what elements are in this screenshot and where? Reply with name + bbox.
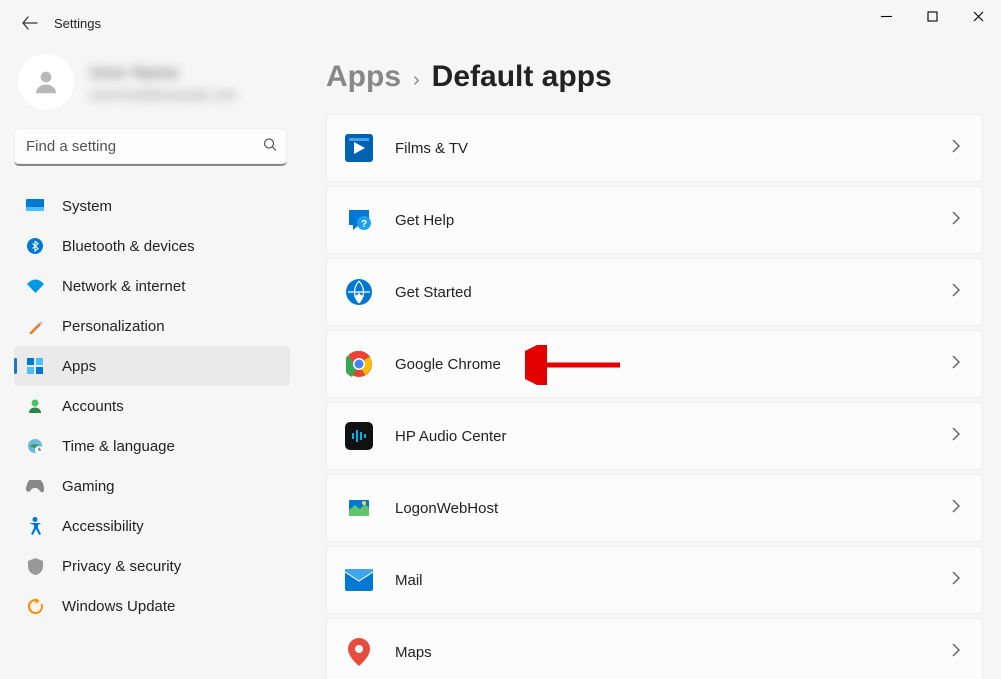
chevron-right-icon xyxy=(952,643,960,662)
sidebar-item-network[interactable]: Network & internet xyxy=(14,266,290,306)
svg-text:?: ? xyxy=(361,219,367,230)
app-row-films-tv[interactable]: Films & TV xyxy=(326,114,983,182)
chevron-right-icon xyxy=(952,427,960,446)
avatar xyxy=(18,54,74,110)
search-box xyxy=(14,128,287,166)
app-row-get-help[interactable]: ? Get Help xyxy=(326,186,983,254)
chrome-icon xyxy=(345,350,373,378)
breadcrumb-current: Default apps xyxy=(432,60,612,94)
sidebar-item-label: Gaming xyxy=(62,478,115,495)
films-tv-icon xyxy=(345,134,373,162)
sidebar-item-label: Accessibility xyxy=(62,518,144,535)
sidebar-item-accounts[interactable]: Accounts xyxy=(14,386,290,426)
sidebar-item-label: Network & internet xyxy=(62,278,185,295)
system-icon xyxy=(26,197,44,215)
sidebar-item-update[interactable]: Windows Update xyxy=(14,586,290,626)
default-apps-list: Films & TV ? Get Help Get Started Google… xyxy=(326,114,983,679)
close-button[interactable] xyxy=(955,0,1001,32)
sidebar-item-time-language[interactable]: Time & language xyxy=(14,426,290,466)
chevron-right-icon xyxy=(952,355,960,374)
chevron-right-icon xyxy=(952,283,960,302)
sidebar-item-label: Privacy & security xyxy=(62,558,181,575)
app-name: HP Audio Center xyxy=(395,428,952,445)
sidebar: User Name useremail@example.com System B… xyxy=(0,46,302,679)
sidebar-item-label: Windows Update xyxy=(62,598,175,615)
titlebar: Settings xyxy=(0,0,1001,46)
app-row-google-chrome[interactable]: Google Chrome xyxy=(326,330,983,398)
sidebar-item-bluetooth[interactable]: Bluetooth & devices xyxy=(14,226,290,266)
maps-icon xyxy=(345,638,373,666)
privacy-icon xyxy=(26,557,44,575)
app-name: Get Started xyxy=(395,284,952,301)
app-row-hp-audio[interactable]: HP Audio Center xyxy=(326,402,983,470)
bluetooth-icon xyxy=(26,237,44,255)
sidebar-item-label: Accounts xyxy=(62,398,124,415)
logonwebhost-icon xyxy=(345,494,373,522)
sidebar-item-label: Bluetooth & devices xyxy=(62,238,195,255)
gaming-icon xyxy=(26,477,44,495)
profile-email: useremail@example.com xyxy=(90,87,237,102)
sidebar-item-personalization[interactable]: Personalization xyxy=(14,306,290,346)
app-name: Maps xyxy=(395,644,952,661)
maximize-button[interactable] xyxy=(909,0,955,32)
search-input[interactable] xyxy=(14,128,287,166)
main-content: Apps › Default apps Films & TV ? Get Hel… xyxy=(302,46,1001,679)
chevron-right-icon xyxy=(952,211,960,230)
breadcrumb: Apps › Default apps xyxy=(326,60,983,94)
app-row-get-started[interactable]: Get Started xyxy=(326,258,983,326)
sidebar-item-privacy[interactable]: Privacy & security xyxy=(14,546,290,586)
profile-section[interactable]: User Name useremail@example.com xyxy=(14,54,302,110)
apps-icon xyxy=(26,357,44,375)
minimize-button[interactable] xyxy=(863,0,909,32)
chevron-right-icon xyxy=(952,571,960,590)
sidebar-item-gaming[interactable]: Gaming xyxy=(14,466,290,506)
app-name: Google Chrome xyxy=(395,356,952,373)
sidebar-item-label: Apps xyxy=(62,358,96,375)
sidebar-item-label: Personalization xyxy=(62,318,165,335)
chevron-right-icon xyxy=(952,499,960,518)
mail-icon xyxy=(345,566,373,594)
app-row-logonwebhost[interactable]: LogonWebHost xyxy=(326,474,983,542)
window-controls xyxy=(863,0,1001,32)
app-row-maps[interactable]: Maps xyxy=(326,618,983,679)
get-help-icon: ? xyxy=(345,206,373,234)
app-name: Films & TV xyxy=(395,140,952,157)
time-icon xyxy=(26,437,44,455)
get-started-icon xyxy=(345,278,373,306)
chevron-right-icon: › xyxy=(413,69,420,92)
sidebar-item-label: System xyxy=(62,198,112,215)
back-button[interactable] xyxy=(20,13,40,33)
breadcrumb-parent[interactable]: Apps xyxy=(326,60,401,94)
app-name: LogonWebHost xyxy=(395,500,952,517)
sidebar-item-label: Time & language xyxy=(62,438,175,455)
update-icon xyxy=(26,597,44,615)
sidebar-item-system[interactable]: System xyxy=(14,186,290,226)
app-name: Get Help xyxy=(395,212,952,229)
sidebar-item-apps[interactable]: Apps xyxy=(14,346,290,386)
chevron-right-icon xyxy=(952,139,960,158)
accessibility-icon xyxy=(26,517,44,535)
accounts-icon xyxy=(26,397,44,415)
search-icon xyxy=(263,138,277,157)
network-icon xyxy=(26,277,44,295)
sidebar-item-accessibility[interactable]: Accessibility xyxy=(14,506,290,546)
window-title: Settings xyxy=(54,16,101,31)
profile-name: User Name xyxy=(90,63,237,83)
app-name: Mail xyxy=(395,572,952,589)
app-row-mail[interactable]: Mail xyxy=(326,546,983,614)
hp-audio-icon xyxy=(345,422,373,450)
personalization-icon xyxy=(26,317,44,335)
